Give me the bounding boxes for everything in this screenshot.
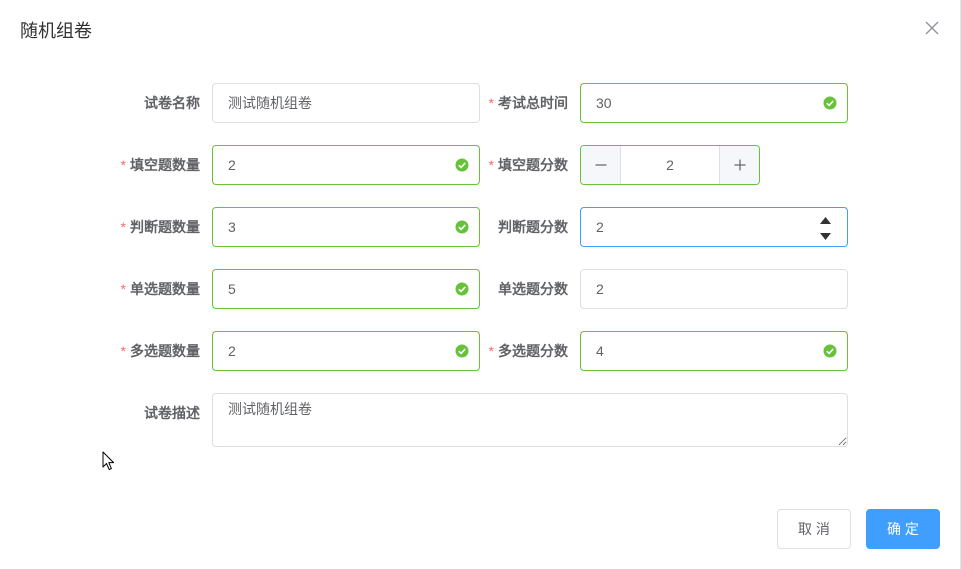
minus-icon (595, 164, 606, 166)
random-paper-dialog: 随机组卷 试卷名称 *考试总时间 *填空题数量 *填空题分数 (0, 0, 961, 569)
description-textarea[interactable]: 测试随机组卷 (212, 393, 848, 447)
required-asterisk: * (120, 219, 126, 235)
required-asterisk: * (120, 343, 126, 359)
required-asterisk: * (120, 281, 126, 297)
exam-total-time-input[interactable] (581, 84, 847, 122)
close-icon[interactable] (925, 21, 939, 35)
single-choice-score-input[interactable] (581, 270, 847, 308)
judge-score-input[interactable] (581, 208, 847, 246)
spin-up-icon[interactable] (818, 213, 833, 227)
cancel-button[interactable]: 取 消 (777, 509, 851, 549)
dialog-title: 随机组卷 (20, 21, 92, 41)
success-check-icon (823, 344, 837, 358)
fill-blank-score-input[interactable] (621, 146, 719, 184)
fill-blank-count-label: * 填空题数量 (120, 157, 200, 173)
fill-blank-score-label: * 填空题分数 (488, 157, 568, 173)
required-asterisk: * (488, 343, 494, 359)
fill-blank-score-stepper[interactable] (580, 145, 760, 185)
multi-choice-score-input[interactable] (581, 332, 847, 370)
multi-choice-count-label: * 多选题数量 (120, 343, 200, 359)
judge-score-field[interactable] (580, 207, 848, 247)
confirm-button[interactable]: 确 定 (866, 509, 940, 549)
spin-down-icon[interactable] (818, 229, 833, 243)
exam-total-time-label: * 考试总时间 (488, 95, 568, 111)
paper-name-label: 试卷名称 (144, 95, 200, 111)
single-choice-score-label: 单选题分数 (498, 281, 568, 297)
single-choice-count-label: * 单选题数量 (120, 281, 200, 297)
exam-total-time-field[interactable] (580, 83, 848, 123)
increase-button[interactable] (719, 146, 759, 184)
judge-count-label: * 判断题数量 (120, 219, 200, 235)
decrease-button[interactable] (581, 146, 621, 184)
description-label: 试卷描述 (144, 405, 200, 421)
required-asterisk: * (120, 157, 126, 173)
multi-choice-score-field[interactable] (580, 331, 848, 371)
number-spinner[interactable] (818, 211, 833, 243)
judge-score-label: 判断题分数 (498, 219, 568, 235)
multi-choice-score-label: * 多选题分数 (488, 343, 568, 359)
single-choice-score-field[interactable] (580, 269, 848, 309)
required-asterisk: * (488, 95, 494, 111)
mouse-cursor-icon (102, 451, 115, 471)
required-asterisk: * (488, 157, 494, 173)
plus-icon (734, 159, 745, 171)
success-check-icon (823, 96, 837, 110)
